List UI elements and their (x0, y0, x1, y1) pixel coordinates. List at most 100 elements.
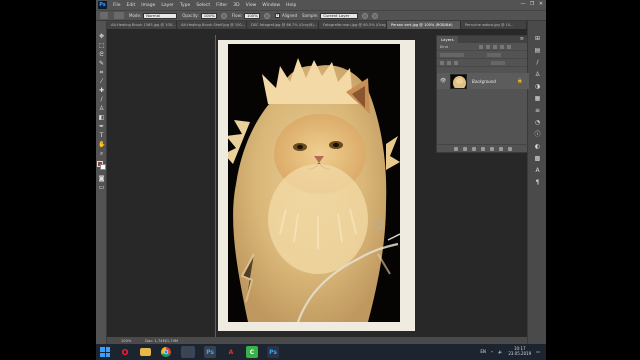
chrome-icon[interactable] (160, 346, 172, 358)
menu-edit[interactable]: Edit (127, 3, 136, 8)
network-icon[interactable]: ⌁ (491, 349, 493, 354)
opacity-input[interactable]: 100% (200, 12, 217, 19)
lasso-tool-icon[interactable]: ᘓ (98, 51, 105, 58)
info-panel-icon[interactable]: ⓘ (534, 131, 541, 138)
acrobat-icon[interactable]: A (225, 346, 237, 358)
file-explorer-icon[interactable] (140, 348, 151, 356)
quick-select-tool-icon[interactable]: ✎ (98, 60, 105, 67)
maximize-button[interactable]: ❐ (529, 1, 535, 7)
move-tool-icon[interactable]: ✥ (98, 33, 105, 40)
document-tab[interactable]: DSC fotograf.jpg @ 66.7% (Gray/8)... (247, 21, 319, 29)
type-tool-icon[interactable]: T (98, 132, 105, 139)
hand-tool-icon[interactable]: ✋ (98, 141, 105, 148)
eraser-tool-icon[interactable]: ◧ (98, 114, 105, 121)
properties-panel-icon[interactable]: ▤ (534, 47, 541, 54)
brush-preset-icon[interactable] (114, 12, 124, 19)
task-view-icon[interactable] (181, 346, 195, 358)
document-tab[interactable]: Perruche wabro.jpg @ 10... (461, 21, 527, 29)
delete-layer-icon[interactable] (508, 146, 512, 151)
new-group-icon[interactable] (490, 146, 494, 151)
add-mask-icon[interactable] (472, 146, 476, 151)
photoshop-icon[interactable]: Ps (204, 346, 216, 358)
menu-layer[interactable]: Layer (161, 3, 174, 8)
layer-name[interactable]: Background (472, 79, 496, 84)
quick-mask-icon[interactable]: ◙ (98, 175, 105, 182)
menu-help[interactable]: Help (286, 3, 296, 8)
color-panel-icon[interactable]: ◐ (534, 143, 541, 150)
mode-select[interactable]: Normal (143, 12, 178, 19)
lock-position-icon[interactable] (447, 60, 451, 65)
lock-pixels-icon[interactable] (440, 60, 444, 65)
document-info[interactable]: Doc: 1,74M/1,74M (145, 339, 178, 343)
menu-file[interactable]: File (113, 3, 121, 8)
ignore-adjustment-icon[interactable] (362, 12, 369, 19)
character-panel-icon[interactable]: A (534, 167, 541, 174)
sample-select[interactable]: Current Layer (320, 12, 359, 19)
styles-panel-icon[interactable]: ▦ (534, 95, 541, 102)
clone-stamp-icon[interactable] (100, 12, 108, 19)
clone-stamp-tool-icon[interactable]: ♙ (98, 105, 105, 112)
airbrush-icon[interactable] (263, 12, 270, 19)
filter-shape-icon[interactable] (499, 44, 504, 49)
layer-row-background[interactable]: 👁 Background 🔒 (437, 73, 529, 89)
pressure-opacity-icon[interactable] (220, 12, 227, 19)
layer-style-icon[interactable] (463, 146, 467, 151)
layer-filter-select[interactable]: Kind (440, 45, 448, 49)
photoshop-window-icon[interactable]: Ps (267, 346, 279, 358)
adjustments-panel-icon[interactable]: ◑ (534, 83, 541, 90)
eyedropper-tool-icon[interactable]: ⁄ (98, 78, 105, 85)
windows-start-icon[interactable] (100, 347, 110, 357)
brush-tool-icon[interactable]: ∕ (98, 96, 105, 103)
pen-tool-icon[interactable]: ✒ (98, 123, 105, 130)
crop-tool-icon[interactable]: ⌗ (98, 69, 105, 76)
clone-source-panel-icon[interactable]: ♙ (534, 71, 541, 78)
volume-icon[interactable]: 🔈 (498, 349, 503, 354)
screen-mode-icon[interactable]: ▭ (98, 184, 105, 191)
panel-menu-icon[interactable]: ≡ (520, 36, 524, 42)
healing-brush-tool-icon[interactable]: ✚ (98, 87, 105, 94)
tab-layers[interactable]: Layers (437, 36, 458, 43)
menu-view[interactable]: View (246, 3, 257, 8)
persian-cat-photo[interactable] (228, 44, 400, 322)
blend-mode-select[interactable] (440, 52, 464, 57)
menu-image[interactable]: Image (141, 3, 155, 8)
marquee-tool-icon[interactable]: ⬚ (98, 42, 105, 49)
history-panel-icon[interactable]: ⊞ (534, 35, 541, 42)
opera-icon[interactable]: O (119, 346, 131, 358)
menu-filter[interactable]: Filter (216, 3, 227, 8)
brush-panel-icon[interactable]: ∕ (534, 59, 541, 66)
paragraph-panel-icon[interactable]: ¶ (534, 179, 541, 186)
menu-window[interactable]: Window (262, 3, 280, 8)
opacity-field[interactable] (487, 52, 501, 57)
channels-panel-icon[interactable]: ≡ (534, 107, 541, 114)
zoom-level[interactable]: 100% (121, 339, 131, 343)
new-layer-icon[interactable] (499, 146, 503, 151)
swatches-panel-icon[interactable]: ▩ (534, 155, 541, 162)
notifications-icon[interactable]: ▭ (536, 349, 540, 354)
adjustment-layer-icon[interactable] (481, 146, 485, 151)
document-tab[interactable]: Alt-Healing Brush 1565.jpg @ 100... (107, 21, 177, 29)
link-layers-icon[interactable] (454, 146, 458, 151)
lock-all-icon[interactable] (454, 60, 458, 65)
filter-pixel-icon[interactable] (478, 44, 483, 49)
eye-icon[interactable]: 👁 (440, 78, 446, 84)
fill-field[interactable] (491, 60, 505, 65)
aligned-checkbox[interactable] (274, 12, 280, 18)
zoom-tool-icon[interactable]: ⌕ (98, 150, 105, 157)
pressure-size-icon[interactable] (372, 12, 379, 19)
menu-select[interactable]: Select (196, 3, 210, 8)
document-tab-active[interactable]: Persan vert.jpg @ 100% (RGB/8#) (387, 21, 461, 29)
menu-3d[interactable]: 3D (233, 3, 239, 8)
filter-type-icon[interactable] (492, 44, 497, 49)
menu-type[interactable]: Type (180, 3, 190, 8)
clock[interactable]: 10:17 23.05.2019 (508, 346, 531, 356)
flow-input[interactable]: 100% (243, 12, 260, 19)
background-color-swatch[interactable] (100, 164, 106, 170)
language-indicator[interactable]: EN (480, 349, 486, 354)
close-button[interactable]: ✕ (538, 1, 544, 7)
minimize-button[interactable]: — (520, 1, 526, 7)
document-tab[interactable]: Fotografie-mari.jpg @ 60.5% (Gray/8)... (319, 21, 387, 29)
paths-panel-icon[interactable]: ◔ (534, 119, 541, 126)
document-tab[interactable]: Alt-Healing Brush Shelf.jpg @ 100... (177, 21, 247, 29)
filter-smart-icon[interactable] (506, 44, 511, 49)
